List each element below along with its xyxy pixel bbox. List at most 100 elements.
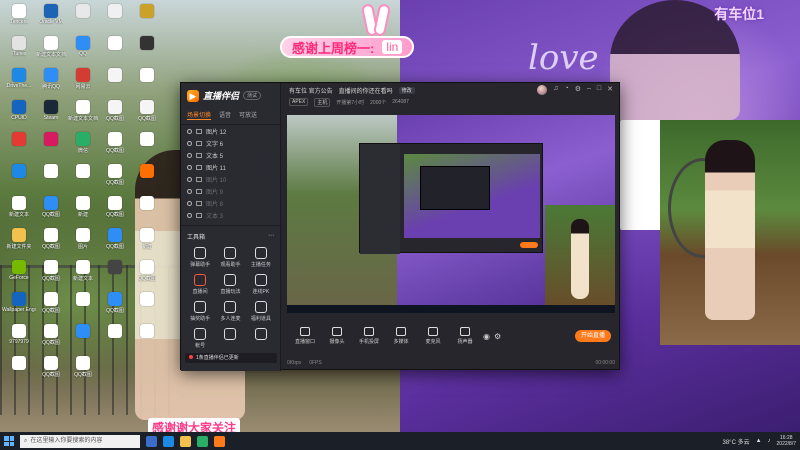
desktop-icon[interactable]: QQ截图 xyxy=(36,196,66,218)
tool-task[interactable]: 主播任务 xyxy=(246,247,276,268)
tool-pk[interactable]: 连线PK xyxy=(246,274,276,295)
wechat-icon[interactable] xyxy=(197,435,208,447)
desktop-icon[interactable]: QQ截图 xyxy=(100,164,130,186)
visibility-eye-icon[interactable] xyxy=(187,140,192,146)
source-item[interactable]: 图片 9 xyxy=(181,185,280,197)
desktop-icon[interactable]: QQ截图 xyxy=(100,132,130,154)
tool-gift[interactable]: 抽奖助手 xyxy=(185,301,215,322)
desktop-icon[interactable]: 新建文件夹 xyxy=(4,228,34,250)
network-icon[interactable]: ▲ xyxy=(756,438,762,444)
toolbox-more-icon[interactable]: ⋯ xyxy=(268,232,274,241)
minimize-icon[interactable]: – xyxy=(587,85,591,95)
source-item[interactable]: 文本 5 xyxy=(181,149,280,161)
close-icon[interactable]: ✕ xyxy=(607,85,613,95)
desktop-icon[interactable] xyxy=(4,164,34,179)
category-tag[interactable]: 主机 xyxy=(314,97,331,107)
desktop-icon[interactable] xyxy=(132,132,162,147)
visibility-eye-icon[interactable] xyxy=(187,188,192,194)
windows-start-icon[interactable] xyxy=(4,436,14,446)
desktop-icon[interactable] xyxy=(100,36,130,51)
source-item[interactable]: 图片 12 xyxy=(181,125,280,137)
source-item[interactable]: 图片 10 xyxy=(181,173,280,185)
desktop-icon[interactable]: 新建文本文档 xyxy=(68,100,98,122)
desktop-icon[interactable]: QQ xyxy=(68,36,98,57)
desktop-icon[interactable] xyxy=(100,68,130,83)
visibility-eye-icon[interactable] xyxy=(187,164,192,170)
desktop-icon[interactable]: QQ截图 xyxy=(100,292,130,314)
desktop-icon[interactable]: QQ截图 xyxy=(132,100,162,122)
visibility-eye-icon[interactable] xyxy=(187,128,192,134)
tool-chat[interactable]: 弹幕助手 xyxy=(185,247,215,268)
desktop-icon[interactable]: QQ截图 xyxy=(100,228,130,250)
clock[interactable]: 16:28 2022/8/7 xyxy=(777,435,796,447)
desktop-icon[interactable] xyxy=(68,4,98,19)
desktop-icon[interactable]: 新建 xyxy=(132,228,162,250)
desktop-icon[interactable]: Wallpaper Engine xyxy=(2,292,36,313)
update-notice[interactable]: 1条直播伴侣已更新 xyxy=(185,353,277,363)
desktop-icon[interactable]: 新建文本 xyxy=(4,196,34,218)
desktop-icon[interactable]: CPUID xyxy=(4,100,34,121)
tool-mic-group[interactable]: 多人连麦 xyxy=(215,301,245,322)
desktop-icon[interactable]: QQ截图 xyxy=(36,356,66,378)
desktop-icon[interactable]: 新建 xyxy=(68,196,98,218)
go-live-button[interactable]: 开始直播 xyxy=(575,330,611,342)
desktop-icon[interactable]: QQ截图 xyxy=(36,228,66,250)
edit-title-button[interactable]: 修改 xyxy=(398,86,415,94)
control-screen[interactable]: 直播窗口 xyxy=(291,327,319,345)
tool-person[interactable]: 观看助手 xyxy=(215,247,245,268)
desktop-icon[interactable]: DriveThe... xyxy=(4,68,34,89)
desktop-icon[interactable] xyxy=(68,164,98,179)
tool-live-room[interactable]: 直播间 xyxy=(185,274,215,295)
eye-icon[interactable]: ◉ xyxy=(483,332,490,341)
avatar[interactable] xyxy=(537,85,548,95)
tool-game[interactable]: 直播玩法 xyxy=(215,274,245,295)
desktop-icon[interactable]: Steam xyxy=(36,100,66,121)
desktop-icon[interactable] xyxy=(4,356,34,371)
desktop-icon[interactable] xyxy=(132,4,162,19)
control-mic[interactable]: 麦克风 xyxy=(419,327,447,345)
edge-icon[interactable] xyxy=(163,435,174,447)
source-item[interactable]: 图片 11 xyxy=(181,161,280,173)
tool-download[interactable] xyxy=(215,328,245,349)
desktop-icon[interactable]: 网易云 xyxy=(68,68,98,90)
control-camera[interactable]: 摄像头 xyxy=(323,327,351,345)
control-media[interactable]: 多媒体 xyxy=(387,327,415,345)
live-companion-window[interactable]: ▶ 直播伴侣 测试 场景切换 语音 可放送 图片 12 文字 6 文本 5 图片 11 图片… xyxy=(180,82,620,371)
desktop-icon[interactable] xyxy=(132,164,162,179)
desktop-icon[interactable] xyxy=(132,196,162,211)
desktop-icon[interactable]: 腾讯QQ xyxy=(36,68,66,90)
desktop-icon[interactable]: Oracle VM xyxy=(36,4,66,25)
desktop-icon[interactable]: QQ截图 xyxy=(36,324,66,346)
visibility-eye-icon[interactable] xyxy=(187,212,192,218)
version-badge[interactable]: 测试 xyxy=(243,91,262,100)
desktop-icon[interactable] xyxy=(132,36,162,51)
desktop-icon[interactable]: QQ截图 xyxy=(132,260,162,282)
visibility-eye-icon[interactable] xyxy=(187,152,192,158)
control-phone[interactable]: 手机投屏 xyxy=(355,327,383,345)
visibility-eye-icon[interactable] xyxy=(187,176,192,182)
desktop-icon[interactable] xyxy=(100,4,130,19)
scene-tab[interactable]: 可放送 xyxy=(239,110,257,120)
desktop-icon[interactable] xyxy=(68,292,98,307)
live-companion-taskbar-icon[interactable] xyxy=(214,435,225,447)
desktop-icon[interactable]: QQ截图 xyxy=(36,260,66,282)
source-item[interactable]: 图片 8 xyxy=(181,197,280,209)
maximize-icon[interactable]: □ xyxy=(597,85,601,95)
desktop-icon[interactable] xyxy=(68,324,98,339)
desktop-icon[interactable]: 微信 xyxy=(68,132,98,154)
desktop-icon[interactable]: 新建文本 xyxy=(68,260,98,282)
desktop-icon[interactable] xyxy=(36,132,66,147)
tool-upload[interactable] xyxy=(246,328,276,349)
desktop-icon[interactable] xyxy=(100,260,130,275)
desktop-icon[interactable]: QQ截图 xyxy=(100,196,130,218)
desktop-icon[interactable] xyxy=(132,292,162,307)
file-explorer-icon[interactable] xyxy=(180,435,191,447)
scene-tab[interactable]: 场景切换 xyxy=(187,110,212,120)
desktop-icon[interactable]: QQ截图 xyxy=(100,100,130,122)
desktop-icon[interactable]: QQ截图 xyxy=(36,292,66,314)
source-item[interactable]: 文本 3 xyxy=(181,209,280,221)
headset-icon[interactable]: ♫ xyxy=(553,85,558,95)
volume-icon[interactable]: ♪ xyxy=(768,438,771,444)
desktop-icon[interactable] xyxy=(132,68,162,83)
desktop-icon[interactable] xyxy=(36,164,66,179)
